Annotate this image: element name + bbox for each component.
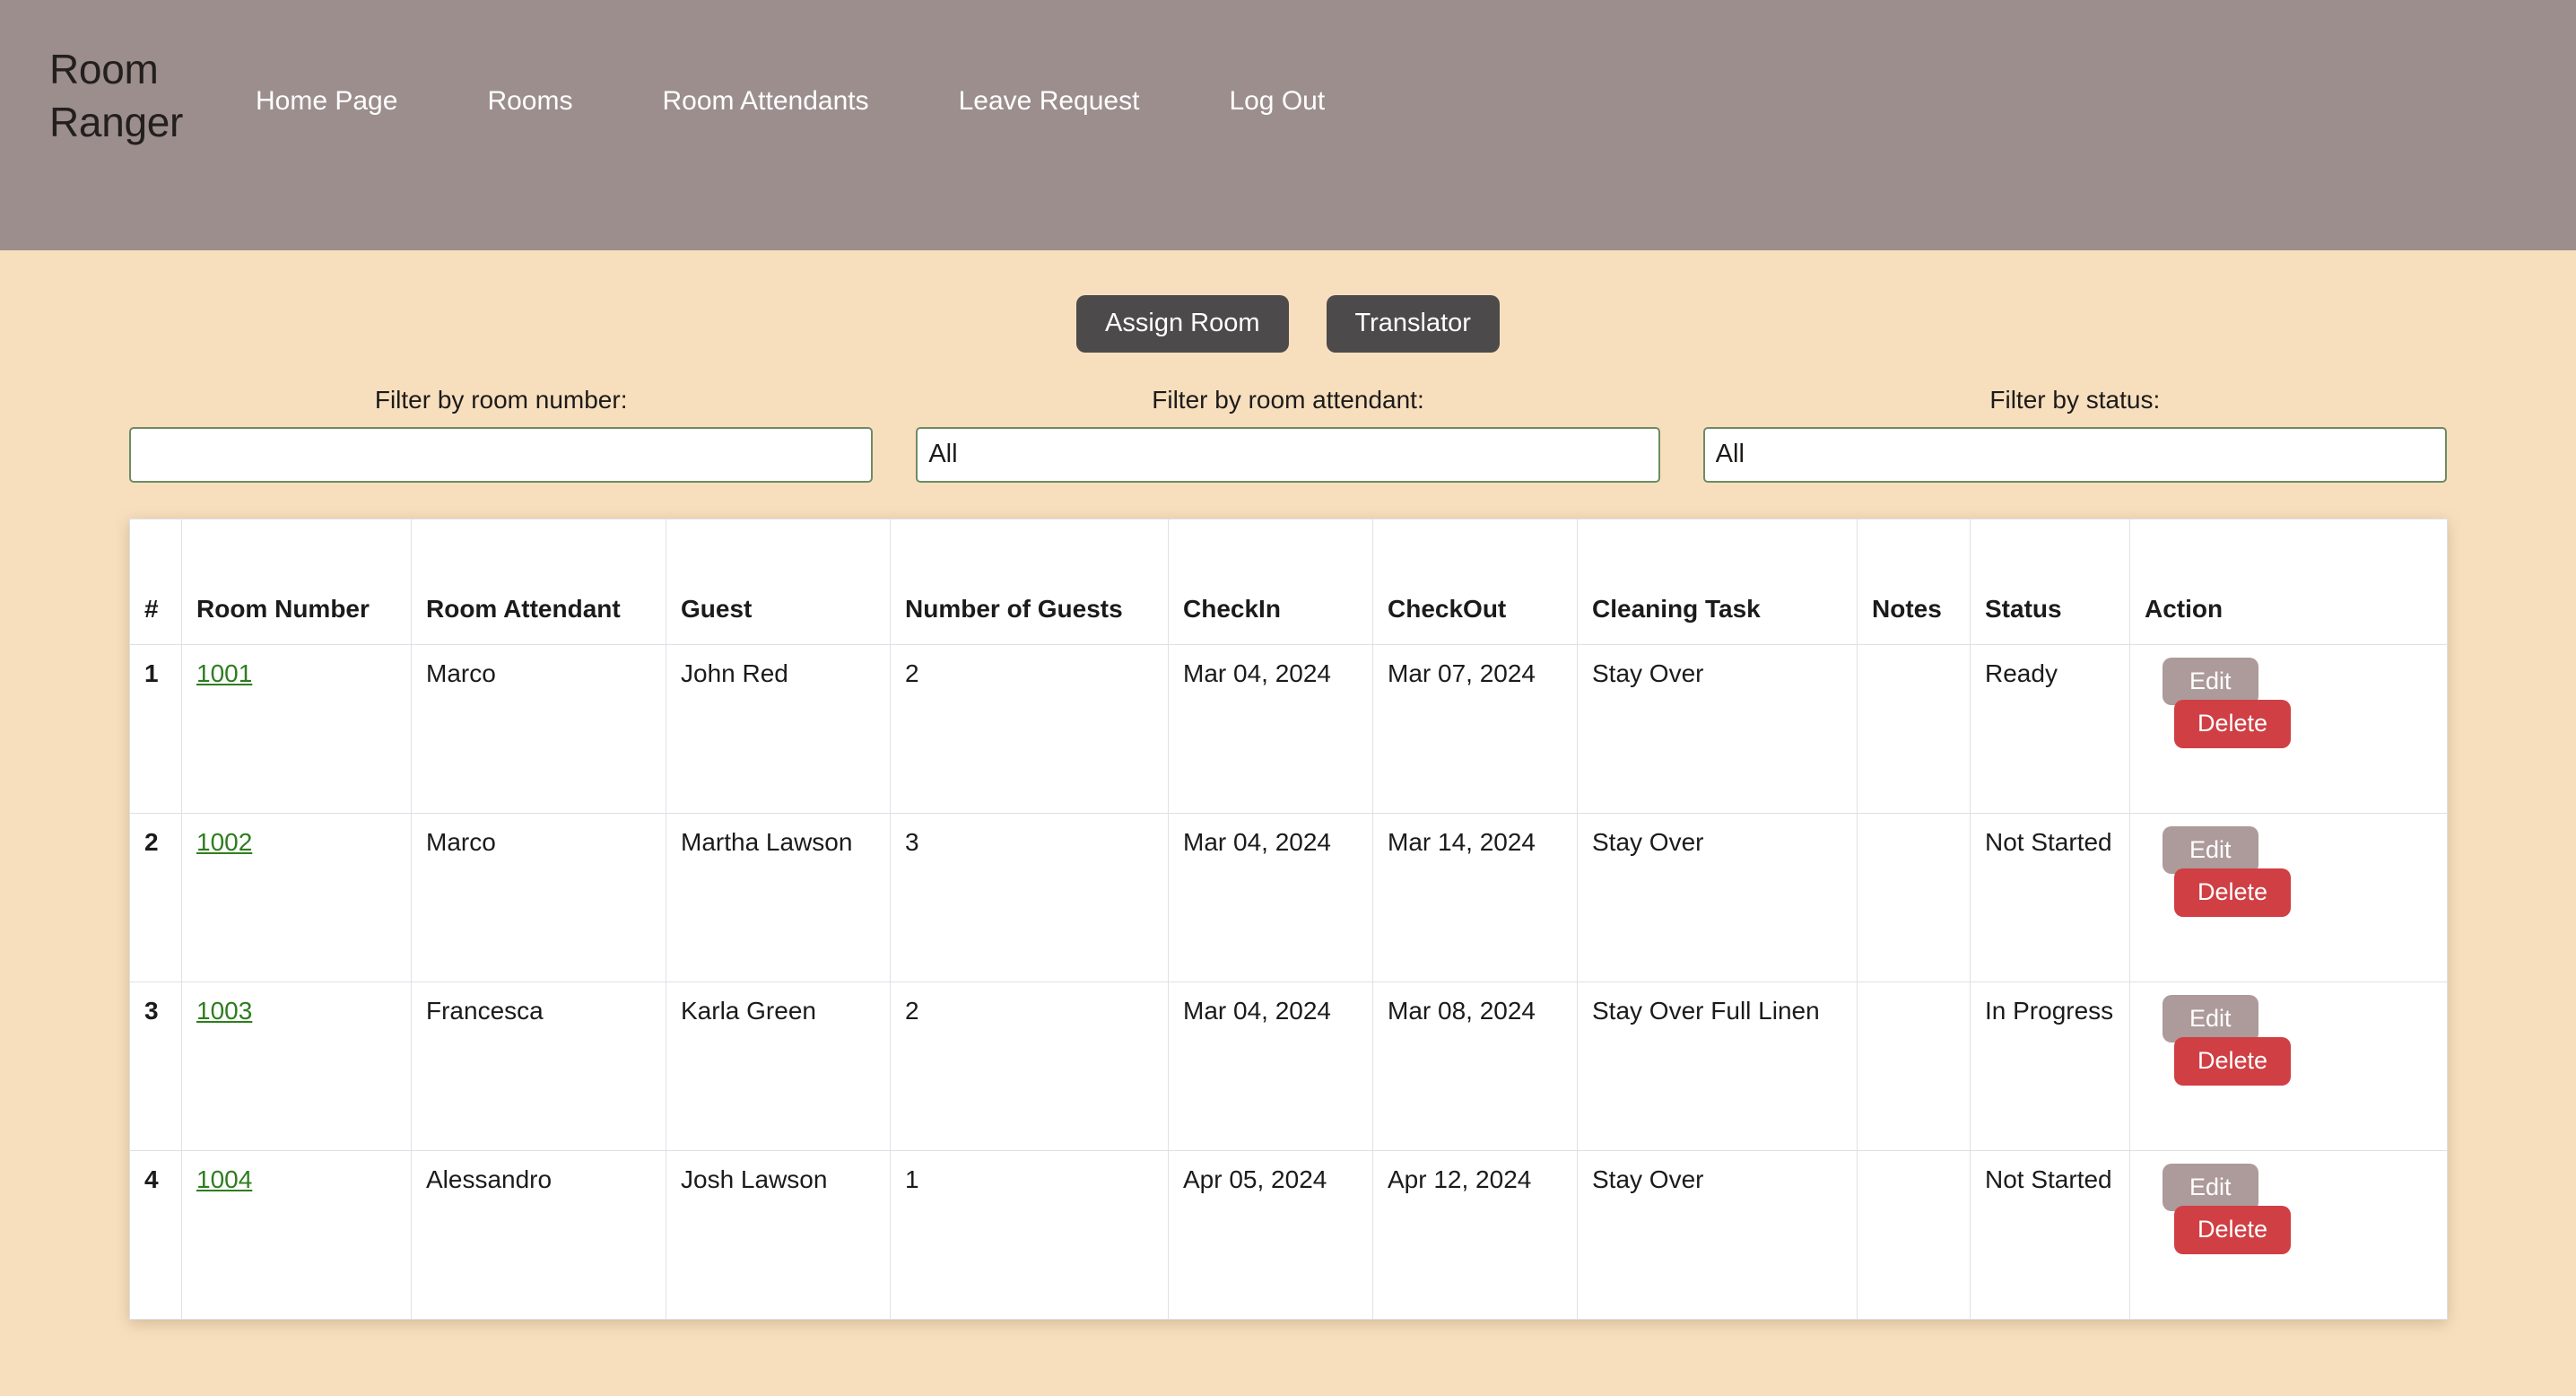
delete-button[interactable]: Delete <box>2174 700 2292 749</box>
notes-cell <box>1857 1149 1971 1320</box>
rooms-table-head: # Room Number Room Attendant Guest Numbe… <box>129 518 2448 645</box>
cleaning-task-cell: Stay Over Full Linen <box>1577 981 1858 1151</box>
checkout-cell: Mar 08, 2024 <box>1372 981 1578 1151</box>
edit-button[interactable]: Edit <box>2163 825 2258 875</box>
filter-room-attendant-input[interactable] <box>916 426 1660 483</box>
room-number-cell: 1004 <box>181 1149 412 1320</box>
translator-button[interactable]: Translator <box>1326 295 1500 353</box>
table-header-row: # Room Number Room Attendant Guest Numbe… <box>129 518 2448 645</box>
rooms-table-body: 1 1001 Marco John Red 2 Mar 04, 2024 Mar 07, 2… <box>129 643 2448 1320</box>
delete-button[interactable]: Delete <box>2174 868 2292 918</box>
table-row: 1 1001 Marco John Red 2 Mar 04, 2024 Mar 07, 2… <box>129 643 2448 814</box>
room-number-link[interactable]: 1003 <box>196 997 252 1025</box>
nav-item-log-out[interactable]: Log Out <box>1229 88 1325 115</box>
filter-status-input[interactable] <box>1702 426 2447 483</box>
number-of-guests-cell: 3 <box>890 812 1169 982</box>
action-cell: Edit Delete <box>2129 981 2448 1151</box>
notes-cell <box>1857 812 1971 982</box>
nav-item-leave-request[interactable]: Leave Request <box>959 88 1140 115</box>
edit-button[interactable]: Edit <box>2163 1163 2258 1212</box>
row-index: 2 <box>129 812 182 982</box>
column-header-guest: Guest <box>666 518 891 645</box>
status-cell: In Progress <box>1970 981 2130 1151</box>
column-header-cleaning-task: Cleaning Task <box>1577 518 1858 645</box>
number-of-guests-cell: 2 <box>890 981 1169 1151</box>
column-header-status: Status <box>1970 518 2130 645</box>
table-row: 3 1003 Francesca Karla Green 2 Mar 04, 2024 Ma… <box>129 981 2448 1151</box>
row-index: 4 <box>129 1149 182 1320</box>
cleaning-task-cell: Stay Over <box>1577 643 1858 814</box>
column-header-notes: Notes <box>1857 518 1971 645</box>
column-header-number-of-guests: Number of Guests <box>890 518 1169 645</box>
notes-cell <box>1857 643 1971 814</box>
checkin-cell: Mar 04, 2024 <box>1168 981 1373 1151</box>
nav-item-home-page[interactable]: Home Page <box>256 88 397 115</box>
action-cell: Edit Delete <box>2129 643 2448 814</box>
delete-button[interactable]: Delete <box>2174 1206 2292 1255</box>
filter-status-label: Filter by status: <box>1989 385 2161 414</box>
room-number-cell: 1002 <box>181 812 412 982</box>
column-header-action: Action <box>2129 518 2448 645</box>
checkin-cell: Mar 04, 2024 <box>1168 643 1373 814</box>
room-number-link[interactable]: 1001 <box>196 659 252 687</box>
filter-bar: Filter by room number: Filter by room at… <box>0 385 2576 483</box>
column-header-checkout: CheckOut <box>1372 518 1578 645</box>
guest-cell: Martha Lawson <box>666 812 891 982</box>
checkout-cell: Mar 07, 2024 <box>1372 643 1578 814</box>
action-bar: Assign Room Translator <box>0 295 2576 353</box>
room-number-cell: 1003 <box>181 981 412 1151</box>
status-cell: Not Started <box>1970 812 2130 982</box>
cleaning-task-cell: Stay Over <box>1577 812 1858 982</box>
table-row: 2 1002 Marco Martha Lawson 3 Mar 04, 2024 Mar … <box>129 812 2448 982</box>
checkout-cell: Mar 14, 2024 <box>1372 812 1578 982</box>
edit-button[interactable]: Edit <box>2163 657 2258 706</box>
column-header-room-attendant: Room Attendant <box>411 518 666 645</box>
row-index: 3 <box>129 981 182 1151</box>
edit-button[interactable]: Edit <box>2163 994 2258 1043</box>
room-number-link[interactable]: 1004 <box>196 1165 252 1193</box>
filter-room-number-input[interactable] <box>129 426 874 483</box>
room-number-link[interactable]: 1002 <box>196 828 252 856</box>
guest-cell: Josh Lawson <box>666 1149 891 1320</box>
filter-group-room-attendant: Filter by room attendant: <box>916 385 1660 483</box>
filter-room-number-label: Filter by room number: <box>374 385 628 414</box>
delete-button[interactable]: Delete <box>2174 1037 2292 1086</box>
checkout-cell: Apr 12, 2024 <box>1372 1149 1578 1320</box>
number-of-guests-cell: 2 <box>890 643 1169 814</box>
rooms-table-container: # Room Number Room Attendant Guest Numbe… <box>129 518 2448 1320</box>
rooms-table: # Room Number Room Attendant Guest Numbe… <box>129 518 2448 1320</box>
filter-group-room-number: Filter by room number: <box>129 385 874 483</box>
assign-room-button[interactable]: Assign Room <box>1076 295 1289 353</box>
nav-item-rooms[interactable]: Rooms <box>487 88 572 115</box>
room-number-cell: 1001 <box>181 643 412 814</box>
number-of-guests-cell: 1 <box>890 1149 1169 1320</box>
main-navigation: Home Page Rooms Room Attendants Leave Re… <box>256 88 1325 115</box>
status-cell: Not Started <box>1970 1149 2130 1320</box>
checkin-cell: Mar 04, 2024 <box>1168 812 1373 982</box>
guest-cell: Karla Green <box>666 981 891 1151</box>
filter-room-attendant-label: Filter by room attendant: <box>1152 385 1424 414</box>
filter-group-status: Filter by status: <box>1702 385 2447 483</box>
column-header-index: # <box>129 518 182 645</box>
notes-cell <box>1857 981 1971 1151</box>
site-header: Room Ranger Home Page Rooms Room Attenda… <box>0 0 2576 250</box>
column-header-room-number: Room Number <box>181 518 412 645</box>
room-attendant-cell: Francesca <box>411 981 666 1151</box>
cleaning-task-cell: Stay Over <box>1577 1149 1858 1320</box>
brand-logo: Room Ranger <box>49 46 184 145</box>
row-index: 1 <box>129 643 182 814</box>
status-cell: Ready <box>1970 643 2130 814</box>
action-cell: Edit Delete <box>2129 812 2448 982</box>
guest-cell: John Red <box>666 643 891 814</box>
room-attendant-cell: Marco <box>411 643 666 814</box>
action-cell: Edit Delete <box>2129 1149 2448 1320</box>
nav-item-room-attendants[interactable]: Room Attendants <box>662 88 868 115</box>
checkin-cell: Apr 05, 2024 <box>1168 1149 1373 1320</box>
column-header-checkin: CheckIn <box>1168 518 1373 645</box>
room-attendant-cell: Alessandro <box>411 1149 666 1320</box>
room-attendant-cell: Marco <box>411 812 666 982</box>
table-row: 4 1004 Alessandro Josh Lawson 1 Apr 05, 2024 A… <box>129 1149 2448 1320</box>
